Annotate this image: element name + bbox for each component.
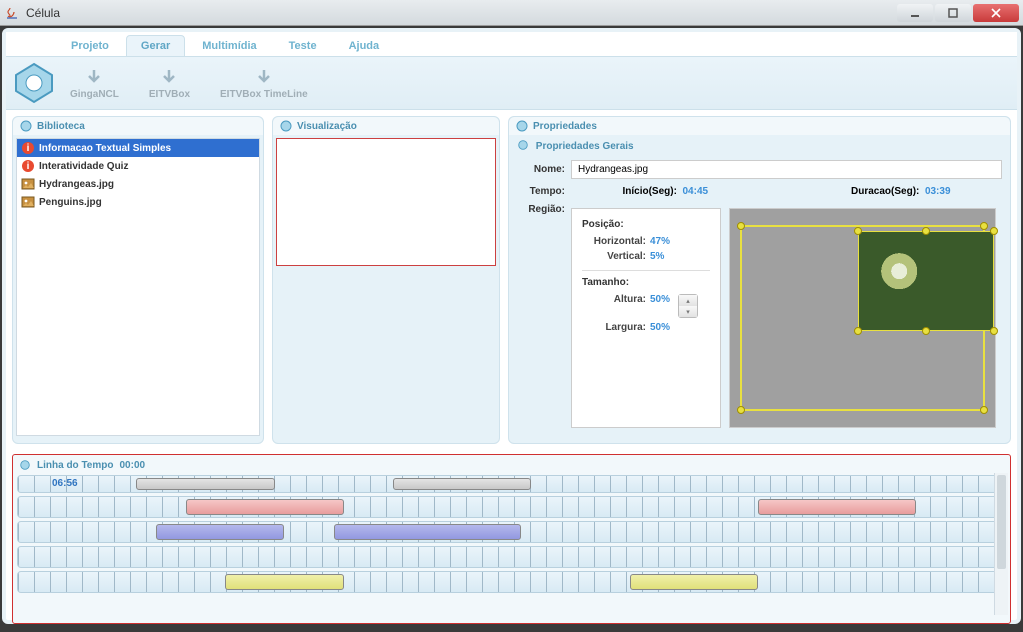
download-arrow-icon — [254, 67, 274, 87]
toolbar-ginga[interactable]: GingaNCL — [70, 67, 119, 100]
timeline-clip[interactable] — [136, 478, 274, 490]
svg-text:i: i — [27, 161, 30, 172]
props-subtitle: Propriedades Gerais — [536, 141, 634, 152]
timeline-track[interactable] — [17, 546, 1006, 568]
hydrangeas-image — [859, 232, 993, 330]
timeline-clip[interactable] — [156, 524, 284, 540]
panel-icon — [19, 119, 33, 133]
info-icon: i — [21, 141, 35, 155]
inicio-value: 04:45 — [682, 186, 708, 197]
window-titlebar: Célula — [0, 0, 1023, 26]
panel-title: Propriedades — [533, 121, 597, 132]
toolbar: GingaNCL EITVBox EITVBox TimeLine — [6, 56, 1017, 110]
tempo-label: Tempo: — [517, 186, 565, 197]
preview-canvas[interactable] — [276, 138, 496, 266]
largura-value: 50% — [650, 322, 670, 333]
image-file-icon — [21, 195, 35, 209]
panel-title: Biblioteca — [37, 121, 85, 132]
region-controls: Posição: Horizontal:47% Vertical:5% Tama… — [571, 208, 721, 428]
stepper-down[interactable]: ▾ — [679, 306, 697, 317]
panel-icon — [515, 119, 529, 133]
timeline-track[interactable] — [17, 571, 1006, 593]
panel-icon — [279, 119, 293, 133]
toolbar-eitvbox[interactable]: EITVBox — [149, 67, 190, 100]
altura-stepper[interactable]: ▴▾ — [678, 294, 698, 318]
app-frame: Projeto Gerar Multimídia Teste Ajuda Gin… — [2, 28, 1021, 624]
timeline-current-time: 06:56 — [52, 478, 78, 489]
app-logo-icon — [12, 61, 56, 105]
library-item-label: Penguins.jpg — [39, 197, 102, 208]
panel-icon — [517, 139, 529, 151]
library-item-label: Hydrangeas.jpg — [39, 179, 114, 190]
library-item[interactable]: Hydrangeas.jpg — [17, 175, 259, 193]
menu-bar: Projeto Gerar Multimídia Teste Ajuda — [6, 32, 1017, 56]
name-input[interactable] — [571, 160, 1002, 179]
library-item-label: Informacao Textual Simples — [39, 143, 171, 154]
tamanho-heading: Tamanho: — [582, 277, 710, 288]
library-item[interactable]: Penguins.jpg — [17, 193, 259, 211]
timeline-clip[interactable] — [630, 574, 758, 590]
tab-gerar[interactable]: Gerar — [126, 35, 185, 56]
timeline-vscrollbar[interactable] — [994, 473, 1008, 615]
library-item[interactable]: i Informacao Textual Simples — [17, 139, 259, 157]
tab-ajuda[interactable]: Ajuda — [334, 35, 395, 56]
selection-rect[interactable] — [858, 231, 994, 331]
tab-projeto[interactable]: Projeto — [56, 35, 124, 56]
panel-visualizacao: Visualização — [272, 116, 500, 444]
svg-text:i: i — [27, 143, 30, 154]
timeline-clip[interactable] — [393, 478, 531, 490]
tab-teste[interactable]: Teste — [274, 35, 332, 56]
regiao-label: Região: — [517, 204, 565, 215]
window-title: Célula — [26, 6, 897, 20]
panel-title: Visualização — [297, 121, 357, 132]
panel-icon — [19, 459, 31, 471]
timeline-title: Linha do Tempo — [37, 460, 113, 471]
stepper-up[interactable]: ▴ — [679, 295, 697, 306]
timeline-clip[interactable] — [225, 574, 343, 590]
toolbar-eitvbox-timeline[interactable]: EITVBox TimeLine — [220, 67, 308, 100]
panel-timeline: Linha do Tempo 00:00 06:56 — [12, 454, 1011, 624]
info-icon: i — [21, 159, 35, 173]
timeline-track[interactable] — [17, 496, 1006, 518]
maximize-button[interactable] — [935, 4, 971, 22]
tab-multimidia[interactable]: Multimídia — [187, 35, 271, 56]
java-icon — [4, 5, 20, 21]
posicao-heading: Posição: — [582, 219, 710, 230]
timeline-ruler[interactable]: 06:56 — [17, 475, 1006, 493]
inicio-label: Início(Seg): — [622, 186, 676, 197]
region-preview[interactable] — [729, 208, 996, 428]
name-label: Nome: — [517, 164, 565, 175]
close-button[interactable] — [973, 4, 1019, 22]
library-item[interactable]: i Interatividade Quiz — [17, 157, 259, 175]
duracao-label: Duracao(Seg): — [851, 186, 919, 197]
duracao-value: 03:39 — [925, 186, 951, 197]
altura-value: 50% — [650, 294, 670, 318]
panel-biblioteca: Biblioteca i Informacao Textual Simples iI… — [12, 116, 264, 444]
timeline-clip[interactable] — [758, 499, 916, 515]
download-arrow-icon — [84, 67, 104, 87]
timeline-total: 00:00 — [119, 460, 145, 471]
minimize-button[interactable] — [897, 4, 933, 22]
image-file-icon — [21, 177, 35, 191]
timeline-clip[interactable] — [186, 499, 344, 515]
library-item-label: Interatividade Quiz — [39, 161, 128, 172]
vertical-value: 5% — [650, 251, 664, 262]
timeline-clip[interactable] — [334, 524, 522, 540]
library-list[interactable]: i Informacao Textual Simples i Interativida… — [16, 138, 260, 436]
horizontal-value: 47% — [650, 236, 670, 247]
timeline-track[interactable] — [17, 521, 1006, 543]
panel-propriedades: Propriedades Propriedades Gerais Nome: T… — [508, 116, 1011, 444]
download-arrow-icon — [159, 67, 179, 87]
